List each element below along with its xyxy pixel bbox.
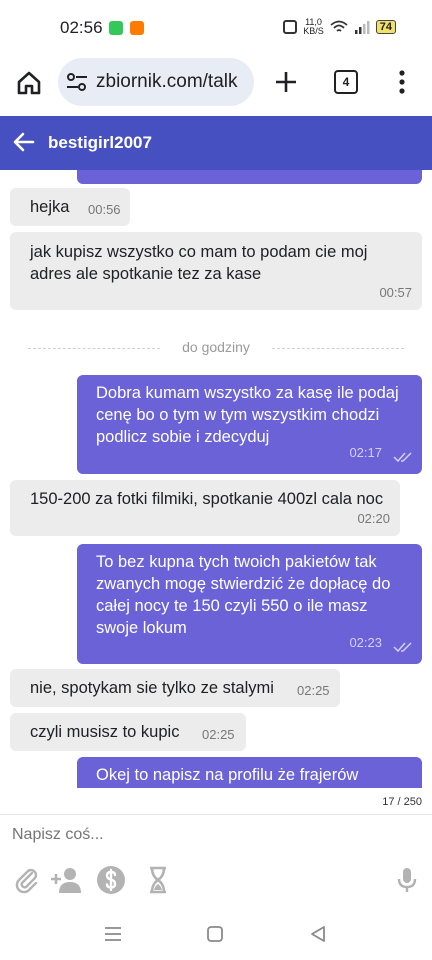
signal-icon bbox=[354, 21, 370, 34]
chat-contact-name[interactable]: bestigirl2007 bbox=[48, 133, 152, 153]
add-contact-icon[interactable] bbox=[50, 865, 84, 895]
character-counter: 17 / 250 bbox=[382, 796, 422, 808]
divider-label: do godziny bbox=[182, 339, 250, 355]
message-text: nie, spotykam sie tylko ze stalymi bbox=[30, 679, 274, 697]
tab-switcher-button[interactable]: 4 bbox=[334, 70, 358, 94]
message-bubble-outgoing: Dobra kumam wszystko za kasę ile podaj c… bbox=[77, 375, 422, 474]
overflow-menu-icon[interactable] bbox=[394, 68, 410, 96]
message-text: To bez kupna tych twoich pakietów tak zw… bbox=[96, 553, 391, 637]
message-time: 02:25 bbox=[297, 683, 330, 698]
message-bubble-outgoing: To bez kupna tych twoich pakietów tak zw… bbox=[77, 544, 422, 664]
message-text: 150-200 za fotki filmiki, spotkanie 400z… bbox=[30, 490, 384, 508]
message-text: jak kupisz wszystko co mam to podam cie … bbox=[30, 243, 368, 283]
status-time: 02:56 bbox=[60, 18, 103, 37]
status-indicators: 11,0 KB/S 74 bbox=[283, 18, 396, 36]
back-navigation-icon[interactable] bbox=[310, 925, 326, 943]
message-bubble-incoming: jak kupisz wszystko co mam to podam cie … bbox=[10, 232, 422, 310]
system-navigation-bar bbox=[0, 906, 432, 960]
message-time: 02:23 bbox=[349, 635, 382, 650]
message-bubble-incoming: 150-200 za fotki filmiki, spotkanie 400z… bbox=[10, 480, 400, 536]
address-bar[interactable]: zbiornik.com/talk bbox=[58, 58, 254, 106]
message-bubble-outgoing: Okej to napisz na profilu że frajerów bbox=[77, 757, 422, 788]
date-divider: do godziny bbox=[28, 338, 404, 358]
recent-apps-icon[interactable] bbox=[104, 926, 122, 942]
message-time: 02:17 bbox=[349, 445, 382, 460]
message-text: czyli musisz to kupic bbox=[30, 723, 180, 741]
network-speed: 11,0 KB/S bbox=[303, 17, 324, 36]
status-bar: 02:56 11,0 KB/S 74 bbox=[0, 0, 432, 56]
message-time: 02:20 bbox=[357, 511, 390, 526]
message-text: Dobra kumam wszystko za kasę ile podaj c… bbox=[96, 384, 399, 446]
home-icon[interactable] bbox=[14, 68, 44, 98]
site-settings-icon[interactable] bbox=[66, 72, 88, 92]
chat-header: bestigirl2007 bbox=[0, 116, 432, 170]
message-composer bbox=[0, 814, 432, 907]
message-bubble-incoming: hejka 00:56 bbox=[10, 188, 130, 226]
message-bubble-incoming: czyli musisz to kupic 02:25 bbox=[10, 713, 246, 751]
back-arrow-icon[interactable] bbox=[12, 130, 36, 154]
read-receipt-icon bbox=[393, 452, 412, 463]
message-bubble-outgoing-partial bbox=[77, 170, 422, 184]
app-notification-icon-2 bbox=[130, 21, 144, 35]
url-text: zbiornik.com/talk bbox=[96, 71, 238, 92]
microphone-icon[interactable] bbox=[392, 865, 422, 895]
battery-indicator: 74 bbox=[375, 20, 396, 34]
message-bubble-incoming: nie, spotykam sie tylko ze stalymi 02:25 bbox=[10, 669, 340, 707]
message-time: 00:56 bbox=[88, 202, 121, 217]
browser-toolbar: zbiornik.com/talk 4 bbox=[0, 56, 432, 116]
message-time: 00:57 bbox=[379, 285, 412, 300]
home-navigation-icon[interactable] bbox=[207, 926, 223, 942]
read-receipt-icon bbox=[393, 642, 412, 653]
nfc-icon bbox=[283, 20, 298, 34]
new-tab-icon[interactable] bbox=[272, 68, 300, 96]
message-input[interactable] bbox=[10, 825, 394, 845]
message-text: hejka bbox=[30, 198, 70, 216]
message-time: 02:25 bbox=[202, 727, 235, 742]
wifi-icon bbox=[330, 20, 348, 32]
message-text: Okej to napisz na profilu że frajerów bbox=[96, 766, 359, 784]
attachment-icon[interactable] bbox=[12, 865, 42, 895]
message-list[interactable]: hejka 00:56 jak kupisz wszystko co mam t… bbox=[0, 170, 432, 788]
payment-dollar-icon[interactable] bbox=[96, 865, 126, 895]
app-notification-icon bbox=[109, 21, 123, 35]
divider-line-right bbox=[272, 348, 404, 349]
hourglass-icon[interactable] bbox=[143, 865, 173, 895]
